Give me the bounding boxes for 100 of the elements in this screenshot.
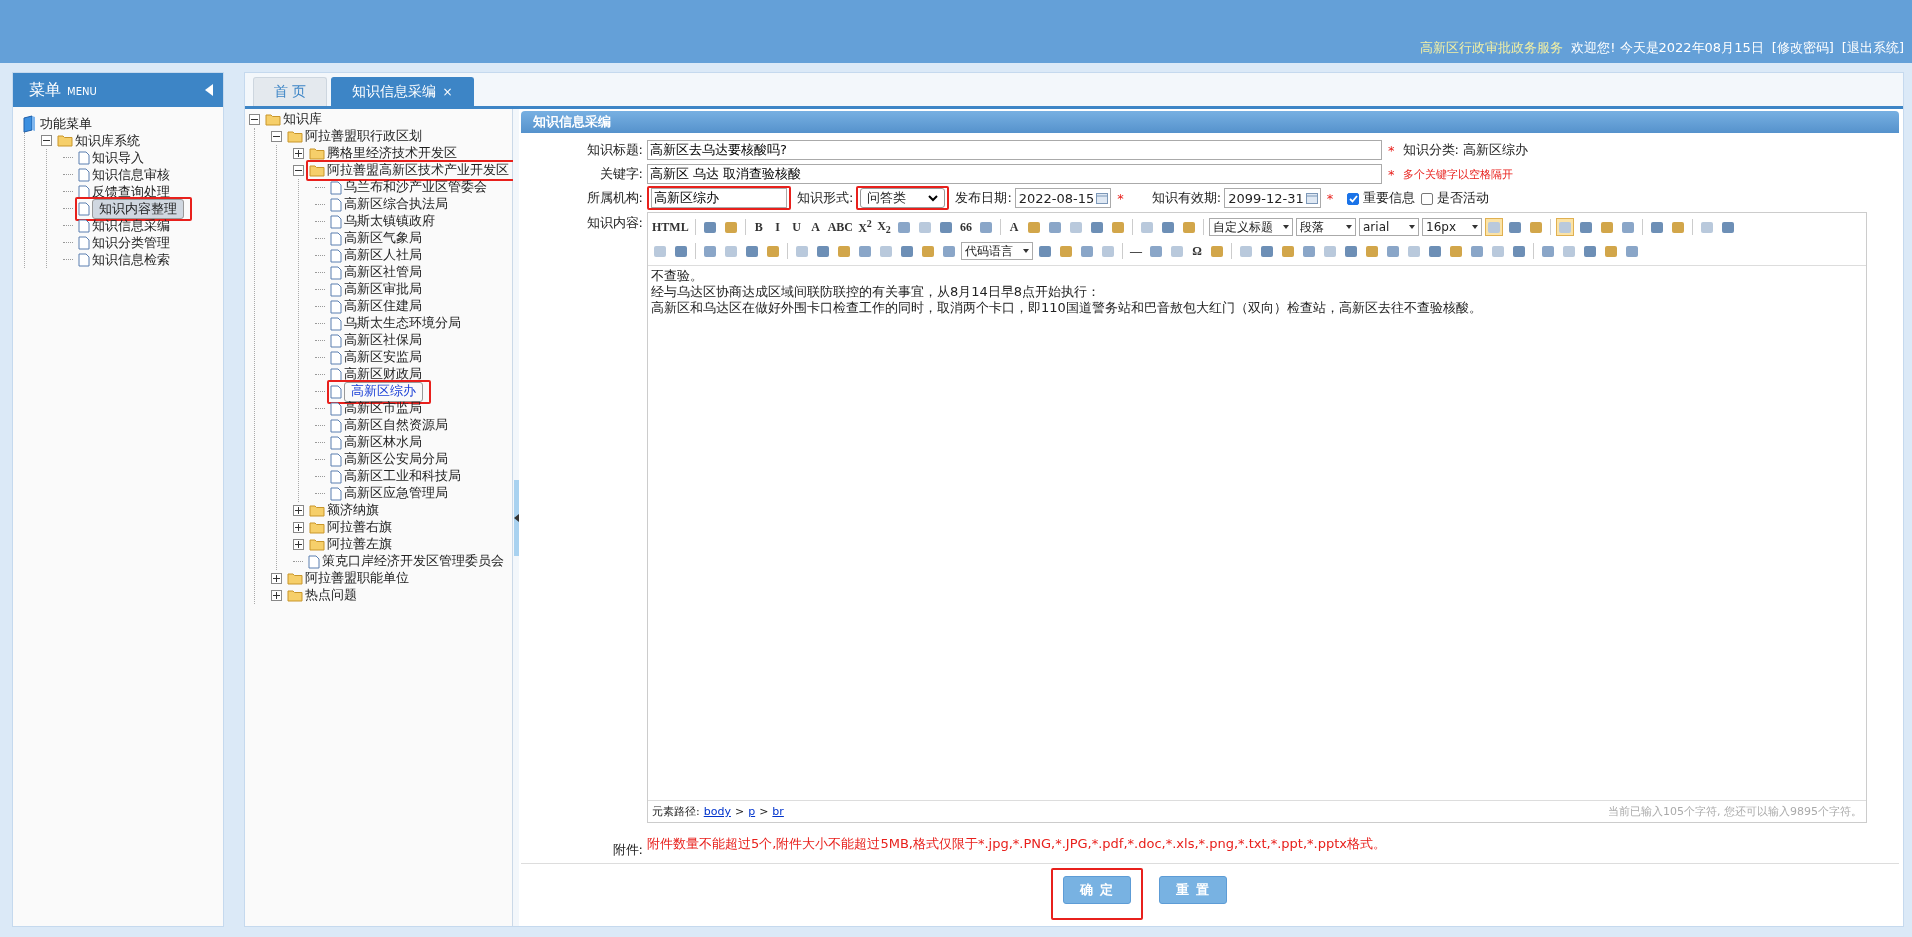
tree-item[interactable]: 知识库系统 [75,131,140,150]
tree-item[interactable]: 知识库 [283,111,322,128]
page-icon [330,316,342,331]
toolbar-button[interactable]: A [1006,219,1022,235]
close-icon[interactable]: × [442,85,453,99]
tree-item[interactable]: 高新区安监局 [344,349,422,366]
tree-item[interactable]: 功能菜单 [40,114,92,133]
expand-icon[interactable] [293,505,304,516]
page-icon [330,299,342,314]
tab[interactable]: 知识信息采编 × [331,77,474,106]
date-field[interactable]: 2099-12-31 [1224,188,1321,208]
tree-item[interactable]: 高新区自然资源局 [344,417,448,434]
checkbox-label[interactable]: 重要信息 [1363,189,1416,207]
tree-item[interactable]: 高新区应急管理局 [344,485,448,502]
org-field[interactable]: 高新区综办 [651,188,787,208]
tree-item[interactable]: 知识分类管理 [92,233,170,252]
tree-item[interactable]: 策克口岸经济开发区管理委员会 [322,553,504,570]
path-link[interactable]: br [772,805,784,818]
checkbox-label[interactable]: 是否活动 [1437,189,1490,207]
tree-item[interactable]: 高新区市监局 [344,400,422,417]
tree-item[interactable]: 高新区公安局分局 [344,451,448,468]
tree-item[interactable]: 高新区社管局 [344,264,422,281]
page-icon [330,248,342,263]
caret-icon [1346,225,1352,229]
tree-item[interactable]: 乌斯太生态环境分局 [344,315,461,332]
checkbox[interactable] [1347,190,1360,206]
tree-item[interactable]: 高新区气象局 [344,230,422,247]
collapse-icon[interactable] [41,135,52,146]
keyword-field[interactable]: 高新区 乌达 取消查验核酸 [647,164,1382,184]
tree-item[interactable]: 高新区审批局 [344,281,422,298]
tree-item[interactable]: 高新区财政局 [344,366,422,383]
type-select[interactable]: 问答类 [860,188,946,208]
folder-icon [309,521,325,534]
expand-icon[interactable] [271,590,282,601]
checkbox[interactable] [1421,190,1434,206]
tree-item[interactable]: 高新区社保局 [344,332,422,349]
tree-item[interactable]: 知识导入 [92,148,144,167]
toolbar-button[interactable]: 66 [958,219,974,235]
toolbar-button[interactable]: A [807,219,824,235]
collapse-icon[interactable] [249,114,260,125]
tree-item[interactable]: 阿拉善左旗 [327,536,392,553]
folder-icon [57,134,73,147]
toolbar-button[interactable]: I [769,219,786,235]
collapse-icon[interactable] [271,131,282,142]
tree-item[interactable]: 知识信息采编 [92,216,170,235]
expand-icon[interactable] [293,539,304,550]
toolbar-select[interactable]: 代码语言 [961,242,1033,260]
required-mark: * [1117,190,1124,206]
toolbar-select[interactable]: 16px [1422,218,1482,236]
tree-item[interactable]: 知识信息审核 [92,165,170,184]
caret-icon [928,194,939,202]
toolbar-select[interactable]: 段落 [1296,218,1356,236]
collapse-icon[interactable] [293,165,304,176]
toolbar-button[interactable]: U [788,219,805,235]
tool-icon[interactable] [1485,218,1503,236]
toolbar-button[interactable]: — [1128,243,1144,259]
tree-item[interactable]: 高新区综办 [344,381,423,402]
tree-item[interactable]: 腾格里经济技术开发区 [327,145,457,162]
tree-item[interactable]: 高新区综合执法局 [344,196,448,213]
tool-icon[interactable] [1556,218,1574,236]
toolbar-select[interactable]: arial [1359,218,1419,236]
menu-title: 菜单 [29,79,61,101]
tree-item[interactable]: 热点问题 [305,587,357,604]
toolbar-button[interactable]: ABC [826,219,854,235]
tree-item[interactable]: 知识内容整理 [92,198,184,219]
page-icon [78,184,90,199]
splitter-handle[interactable] [513,109,519,926]
title-field[interactable]: 高新区去乌达要核酸吗? [647,140,1382,160]
toolbar-button[interactable]: X$^{2}$ [857,218,873,236]
tree-item[interactable]: 阿拉善盟高新区技术产业开发区 [327,162,509,179]
tree-item[interactable]: 高新区人社局 [344,247,422,264]
calendar-icon[interactable] [1305,192,1318,204]
page-icon [330,367,342,382]
collapse-arrow-icon[interactable] [205,84,213,96]
tree-item[interactable]: 知识信息检索 [92,250,170,269]
expand-icon[interactable] [293,522,304,533]
toolbar-button[interactable]: X$_{2}$ [876,218,892,236]
tree-item[interactable]: 乌兰布和沙产业区管委会 [344,179,487,196]
toolbar-button[interactable]: HTML [651,219,690,235]
expand-icon[interactable] [271,573,282,584]
tree-item[interactable]: 额济纳旗 [327,502,379,519]
calendar-icon[interactable] [1096,192,1109,204]
toolbar-select[interactable]: 自定义标题 [1209,218,1293,236]
tree-item[interactable]: 阿拉善右旗 [327,519,392,536]
tree-item[interactable]: 阿拉善盟职行政区划 [305,128,422,145]
page-icon [330,180,342,195]
page-icon [330,197,342,212]
tree-item[interactable]: 高新区林水局 [344,434,422,451]
path-link[interactable]: body [703,805,731,818]
tree-item[interactable]: 阿拉善盟职能单位 [305,570,409,587]
path-link[interactable]: p [748,805,756,818]
expand-icon[interactable] [293,148,304,159]
toolbar-button[interactable]: B [750,219,767,235]
tree-item[interactable]: 乌斯太镇镇政府 [344,213,435,230]
page-icon [330,469,342,484]
tree-item[interactable]: 高新区工业和科技局 [344,468,461,485]
tree-item[interactable]: 高新区住建局 [344,298,422,315]
caret-icon [1409,225,1415,229]
date-field[interactable]: 2022-08-15 [1014,188,1112,208]
toolbar-button[interactable]: Ω [1189,243,1205,259]
